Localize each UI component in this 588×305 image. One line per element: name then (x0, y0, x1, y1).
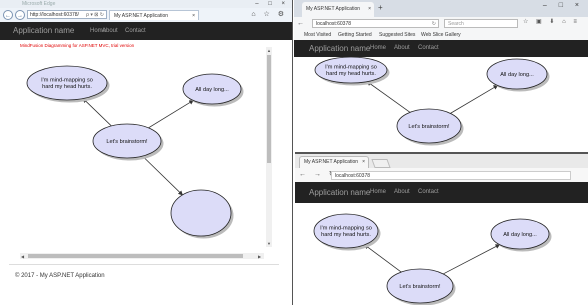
tab-label: My ASP.NET Application (306, 6, 361, 12)
bookmark-most-visited[interactable]: Most Visited (304, 30, 331, 40)
node-center[interactable]: Let's brainstorm! (386, 268, 456, 305)
horizontal-scrollbar[interactable] (20, 253, 264, 259)
link-center-to-bottom_right[interactable] (142, 155, 184, 196)
tab-strip: My ASP.NET Application × + – □ × (294, 0, 588, 17)
node-top-right[interactable]: All day long... (490, 218, 552, 252)
window-controls[interactable]: – □ × (543, 2, 584, 9)
navbar-brand[interactable]: Application name (309, 182, 370, 203)
link-center-to-top_right[interactable] (148, 100, 194, 129)
scroll-down-icon[interactable]: ▼ (267, 241, 271, 246)
address-bar[interactable]: localhost:60378 (331, 171, 571, 180)
vertical-scrollbar[interactable] (266, 47, 272, 247)
node-top-left[interactable]: I'm mind-mapping so hard my head hurts. (314, 56, 390, 86)
node-center[interactable]: Let's brainstorm! (396, 108, 464, 146)
bookmark-getting-started[interactable]: Getting Started (338, 30, 372, 40)
chrome-toolbar: ← → ↻ localhost:60378 (295, 168, 588, 183)
scroll-left-icon[interactable]: ◀ (21, 254, 24, 259)
node-label: Let's brainstorm! (106, 139, 148, 145)
address-text: localhost:60378 (335, 173, 371, 179)
tab-strip: My ASP.NET Application × (295, 154, 588, 168)
site-navbar: Application name Home About Contact (295, 182, 588, 203)
toolbar-icons[interactable]: ☆ ▣ ⬇ ⌂ ≡ (523, 18, 580, 25)
link-center-to-top_right[interactable] (450, 85, 499, 114)
node-top-left[interactable]: I'm mind-mapping so hard my head hurts. (313, 213, 381, 251)
node-bottom-right[interactable] (170, 189, 234, 239)
node-label: All day long... (503, 232, 537, 238)
navbar-brand[interactable]: Application name (309, 40, 370, 57)
link-center-to-top_left[interactable] (82, 98, 112, 127)
search-input[interactable]: Search (444, 19, 518, 28)
scroll-thumb[interactable] (28, 254, 243, 258)
scroll-up-icon[interactable]: ▲ (267, 48, 271, 53)
nav-link-home[interactable]: Home (370, 182, 386, 203)
footer-divider (9, 264, 279, 265)
node-label: Let's brainstorm! (399, 284, 441, 290)
scroll-right-icon[interactable]: ▶ (258, 254, 261, 259)
node-label: I'm mind-mapping so hard my head hurts. (320, 226, 372, 238)
node-label: Let's brainstorm! (408, 124, 450, 130)
bookmark-web-slice-gallery[interactable]: Web Slice Gallery (421, 30, 461, 40)
firefox-toolbar: ← ⓘ localhost:60378 ↻ Search ☆ ▣ ⬇ ⌂ ≡ (294, 17, 588, 30)
node-label: All day long... (500, 72, 534, 78)
tab-close-icon[interactable]: × (368, 2, 371, 17)
node-label: I'm mind-mapping so hard my head hurts. (325, 65, 377, 77)
tab-label: My ASP.NET Application (304, 159, 359, 165)
address-bar[interactable]: localhost:60378 ↻ (312, 19, 439, 28)
mind-map-diagram: I'm mind-mapping so hard my head hurts. Al… (314, 56, 550, 146)
site-navbar: Application name Home About Contact (294, 40, 588, 57)
nav-link-contact[interactable]: Contact (418, 182, 439, 203)
node-center[interactable]: Let's brainstorm! (92, 123, 164, 161)
chrome-browser-window: My ASP.NET Application × ← → ↻ localhost… (295, 152, 588, 305)
node-top-left[interactable]: I'm mind-mapping so hard my head hurts. (26, 65, 110, 103)
firefox-browser-window: My ASP.NET Application × + – □ × ← ⓘ loc… (294, 0, 588, 152)
bookmark-suggested-sites[interactable]: Suggested Sites (379, 30, 415, 40)
footer-text: © 2017 - My ASP.NET Application (15, 273, 105, 279)
nav-link-home[interactable]: Home (370, 40, 386, 57)
tab-close-icon[interactable]: × (362, 157, 365, 168)
node-label: I'm mind-mapping so hard my head hurts. (41, 78, 93, 90)
link-center-to-top_left[interactable] (363, 244, 402, 273)
scroll-thumb[interactable] (267, 55, 271, 163)
link-center-to-top_right[interactable] (443, 244, 501, 275)
nav-link-contact[interactable]: Contact (418, 40, 439, 57)
address-text: localhost:60378 (316, 21, 352, 27)
mind-map-diagram: I'm mind-mapping so hard my head hurts. Al… (26, 65, 244, 239)
reload-icon[interactable]: ↻ (432, 20, 436, 29)
node-label: All day long... (195, 87, 229, 93)
nav-link-about[interactable]: About (394, 40, 410, 57)
new-tab-button[interactable] (371, 159, 391, 168)
link-center-to-top_left[interactable] (366, 81, 411, 113)
ie-browser-window: Microsoft Edge – □ × ← → http://localhos… (0, 0, 293, 305)
browser-tab[interactable]: My ASP.NET Application × (302, 2, 374, 17)
nav-link-about[interactable]: About (394, 182, 410, 203)
browser-tab[interactable]: My ASP.NET Application × (299, 156, 369, 168)
new-tab-icon[interactable]: + (378, 3, 383, 12)
mind-map-diagram: I'm mind-mapping so hard my head hurts. Al… (313, 213, 552, 305)
